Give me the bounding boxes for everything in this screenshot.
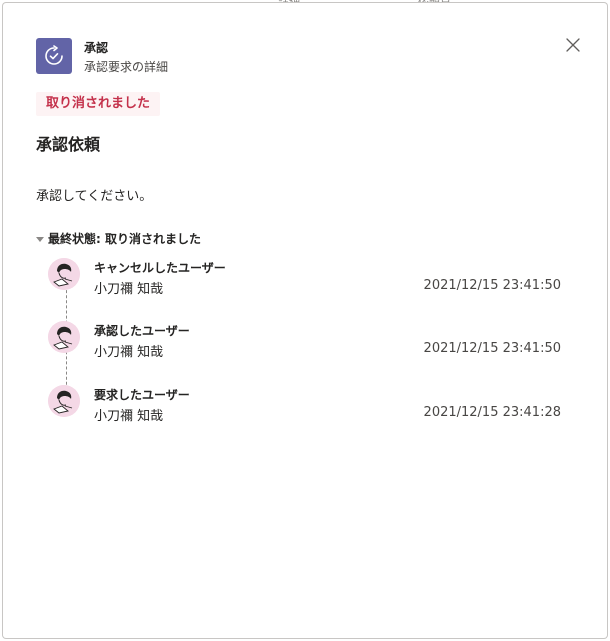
- request-title: 承認依頼: [36, 135, 101, 154]
- entry-timestamp: 2021/12/15 23:41:28: [423, 405, 561, 420]
- user-avatar-icon: [48, 321, 80, 353]
- user-avatar-icon: [48, 385, 80, 417]
- close-icon: [566, 38, 580, 52]
- avatar: [48, 321, 80, 353]
- entry-role: 承認したユーザー: [94, 324, 190, 338]
- entry-user-name: 小刀禰 知哉: [94, 409, 164, 424]
- approval-refresh-icon: [45, 45, 63, 65]
- timeline-entry: 要求したユーザー 小刀禰 知哉 2021/12/15 23:41:28: [48, 385, 563, 435]
- entry-role: 要求したユーザー: [94, 388, 190, 402]
- chevron-down-icon: [36, 236, 44, 242]
- entry-user-name: 小刀禰 知哉: [94, 282, 164, 297]
- entry-timestamp: 2021/12/15 23:41:50: [423, 341, 561, 356]
- status-badge: 取り消されました: [36, 92, 161, 116]
- entry-timestamp: 2021/12/15 23:41:50: [423, 278, 561, 293]
- entry-role: キャンセルしたユーザー: [94, 261, 226, 275]
- timeline-entry: キャンセルしたユーザー 小刀禰 知哉 2021/12/15 23:41:50: [48, 258, 563, 308]
- avatar: [48, 385, 80, 417]
- app-name: 承認: [84, 41, 109, 55]
- user-avatar-icon: [48, 258, 80, 290]
- approvals-app-icon: [36, 38, 72, 74]
- request-message: 承認してください。: [36, 189, 153, 204]
- avatar: [48, 258, 80, 290]
- entry-user-name: 小刀禰 知哉: [94, 345, 164, 360]
- approval-details-dialog: 承認 承認要求の詳細 取り消されました 承認依頼 承認してください。 最終状態:…: [3, 3, 607, 638]
- final-state-label: 最終状態: 取り消されました: [48, 232, 201, 246]
- dialog-subtitle: 承認要求の詳細: [84, 60, 169, 74]
- timeline-entry: 承認したユーザー 小刀禰 知哉 2021/12/15 23:41:50: [48, 321, 563, 371]
- close-button[interactable]: [561, 33, 585, 57]
- final-state-toggle[interactable]: 最終状態: 取り消されました: [36, 230, 201, 247]
